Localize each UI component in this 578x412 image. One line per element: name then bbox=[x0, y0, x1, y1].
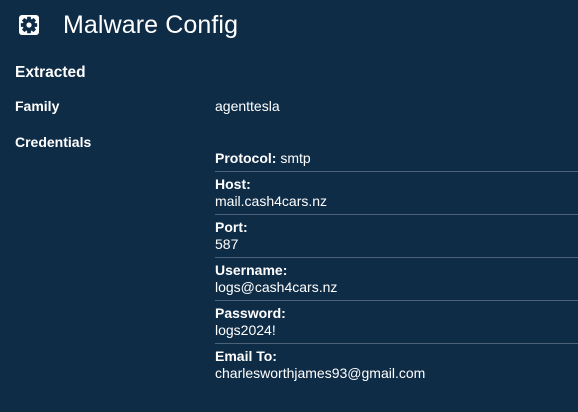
protocol-label: Protocol: bbox=[215, 150, 277, 166]
credential-password: Password: logs2024! bbox=[215, 301, 578, 344]
host-label: Host: bbox=[215, 176, 251, 192]
family-value: agenttesla bbox=[215, 98, 280, 114]
credential-host: Host: mail.cash4cars.nz bbox=[215, 172, 578, 215]
malware-config-panel: Malware Config Extracted Family agenttes… bbox=[0, 0, 578, 412]
username-label: Username: bbox=[215, 262, 288, 278]
family-label: Family bbox=[15, 98, 60, 114]
email-to-value: charlesworthjames93@gmail.com bbox=[215, 365, 426, 381]
port-label: Port: bbox=[215, 219, 248, 235]
protocol-value: smtp bbox=[280, 150, 311, 166]
username-value: logs@cash4cars.nz bbox=[215, 279, 338, 295]
credentials-label: Credentials bbox=[15, 134, 92, 150]
password-value: logs2024! bbox=[215, 322, 276, 338]
password-label: Password: bbox=[215, 305, 286, 321]
credential-email-to: Email To: charlesworthjames93@gmail.com bbox=[215, 344, 578, 386]
credential-port: Port: 587 bbox=[215, 215, 578, 258]
page-title: Malware Config bbox=[63, 11, 239, 39]
panel-header: Malware Config bbox=[16, 9, 238, 41]
gear-icon bbox=[16, 12, 42, 38]
email-to-label: Email To: bbox=[215, 348, 277, 364]
credential-protocol: Protocol: smtp bbox=[215, 146, 578, 172]
port-value: 587 bbox=[215, 236, 239, 252]
credentials-list: Protocol: smtp Host: mail.cash4cars.nz P… bbox=[215, 146, 578, 386]
credential-username: Username: logs@cash4cars.nz bbox=[215, 258, 578, 301]
section-title-extracted: Extracted bbox=[15, 64, 86, 81]
host-value: mail.cash4cars.nz bbox=[215, 193, 328, 209]
